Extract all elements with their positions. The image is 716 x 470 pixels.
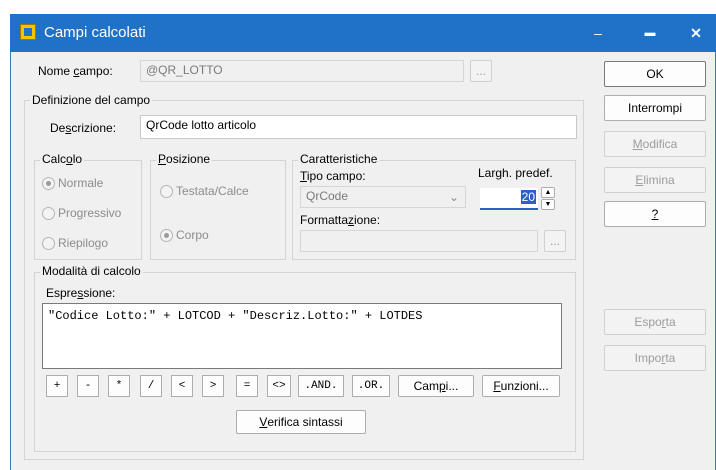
elimina-button[interactable]: Elimina xyxy=(604,167,706,193)
help-button[interactable]: ? xyxy=(604,201,706,227)
largh-predef-label: Largh. predef. xyxy=(478,166,553,180)
radio-testata-label: Testata/Calce xyxy=(176,184,249,198)
operator-and-button[interactable]: .AND. xyxy=(298,375,344,397)
radio-riepilogo[interactable]: Riepilogo xyxy=(42,236,108,250)
radio-testata-calce[interactable]: Testata/Calce xyxy=(160,184,249,198)
descrizione-label: Descrizione: xyxy=(50,121,117,135)
radio-progressivo[interactable]: Progressivo xyxy=(42,206,121,220)
minimize-button[interactable]: – xyxy=(578,14,618,52)
radio-testata-dot xyxy=(160,184,173,198)
tipo-campo-label: Tipo campo: xyxy=(300,169,366,183)
interrompi-button[interactable]: Interrompi xyxy=(604,95,706,121)
descrizione-field[interactable]: QrCode lotto articolo xyxy=(140,115,577,139)
maximize-button[interactable]: ▬ xyxy=(630,14,670,52)
espressione-label: Espressione: xyxy=(46,286,116,300)
formattazione-field[interactable] xyxy=(300,230,538,252)
modifica-button[interactable]: Modifica xyxy=(604,131,706,157)
nome-campo-label: Nome campo: xyxy=(38,64,113,78)
radio-normale-label: Normale xyxy=(58,176,104,190)
radio-normale[interactable]: Normale xyxy=(42,176,103,190)
campi-button[interactable]: Cam p i... xyxy=(398,375,474,397)
modalita-caption: Modalità di calcolo xyxy=(40,264,143,278)
operator-or-button[interactable]: .OR. xyxy=(352,375,390,397)
nome-campo-field[interactable]: @QR_LOTTO xyxy=(140,60,464,82)
operator-gt-button[interactable]: > xyxy=(202,375,224,397)
spin-down-button[interactable]: ▼ xyxy=(541,199,555,210)
caratteristiche-caption: Caratteristiche xyxy=(298,152,380,166)
operator-multiply-button[interactable]: * xyxy=(108,375,130,397)
calcolo-caption: Calcolo xyxy=(40,152,85,166)
importa-button[interactable]: Impo r ta xyxy=(604,345,706,371)
operator-divide-button[interactable]: / xyxy=(140,375,162,397)
nome-campo-browse-button[interactable]: ... xyxy=(470,60,492,82)
help-button-label: ? xyxy=(651,207,659,221)
radio-riepilogo-label: Riepilogo xyxy=(58,236,109,250)
radio-progressivo-label: Progressivo xyxy=(58,206,122,220)
radio-corpo[interactable]: Corpo xyxy=(160,228,209,242)
spin-down-icon: ▼ xyxy=(544,201,552,208)
radio-normale-dot xyxy=(42,176,55,190)
chevron-down-icon: ⌄ xyxy=(448,190,459,204)
radio-corpo-label: Corpo xyxy=(176,228,209,242)
operator-plus-button[interactable]: + xyxy=(46,375,68,397)
tipo-campo-select[interactable]: QrCode ⌄ xyxy=(300,186,466,208)
posizione-group xyxy=(150,160,286,260)
tipo-campo-value: QrCode xyxy=(306,189,349,203)
radio-riepilogo-dot xyxy=(42,236,55,250)
posizione-caption: Posizione xyxy=(156,152,213,166)
close-button[interactable]: ✕ xyxy=(676,14,716,52)
operator-minus-button[interactable]: - xyxy=(77,375,99,397)
operator-eq-button[interactable]: = xyxy=(236,375,258,397)
largh-predef-value: 20 xyxy=(520,190,536,204)
operator-lt-button[interactable]: < xyxy=(171,375,193,397)
formattazione-browse-button[interactable]: ... xyxy=(544,230,566,252)
window-title: Campi calcolati xyxy=(44,24,146,41)
formattazione-label: Formattazione: xyxy=(300,213,381,227)
definizione-caption: Definizione del campo xyxy=(30,93,153,107)
espressione-textarea[interactable]: "Codice Lotto:" + LOTCOD + "Descriz.Lott… xyxy=(42,303,562,369)
funzioni-button[interactable]: Funzioni... xyxy=(482,375,560,397)
radio-progressivo-dot xyxy=(42,206,55,220)
app-icon xyxy=(20,24,36,40)
spin-up-button[interactable]: ▲ xyxy=(541,187,555,198)
operator-neq-button[interactable]: <> xyxy=(267,375,291,397)
largh-predef-field[interactable]: 20 xyxy=(480,188,538,210)
verifica-sintassi-button[interactable]: Verifica sintassi xyxy=(236,410,366,434)
esporta-button[interactable]: Espo r ta xyxy=(604,309,706,335)
spin-up-icon: ▲ xyxy=(544,189,552,196)
radio-corpo-dot xyxy=(160,228,173,242)
title-bar[interactable]: Campi calcolati – ▬ ✕ xyxy=(10,14,716,52)
ok-button[interactable]: OK xyxy=(604,61,706,87)
